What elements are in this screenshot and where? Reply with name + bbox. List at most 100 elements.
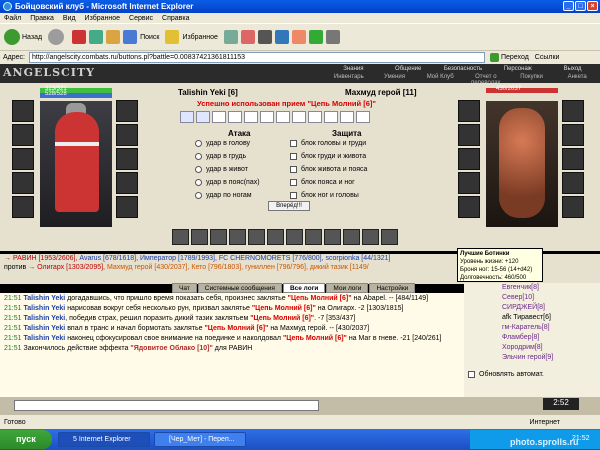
trick-icon[interactable] <box>324 229 341 245</box>
trick-slot[interactable] <box>212 111 226 123</box>
attack-head-option[interactable]: удар в голову <box>195 140 250 147</box>
stop-icon[interactable] <box>72 30 87 44</box>
trick-icon[interactable] <box>210 229 227 245</box>
subnav-transfers[interactable]: Отчет о переводах <box>463 74 509 86</box>
trick-slot[interactable] <box>276 111 290 123</box>
enemy-slot-shield[interactable] <box>562 148 584 170</box>
trick-icon[interactable] <box>248 229 265 245</box>
trick-icon[interactable] <box>267 229 284 245</box>
equip-slot-amulet[interactable] <box>12 124 34 146</box>
participant[interactable]: дикий тазик [1149/ <box>310 264 369 271</box>
trick-icon[interactable] <box>381 229 398 245</box>
trick-slot[interactable] <box>356 111 370 123</box>
tab-system[interactable]: Системные сообщения <box>197 283 282 293</box>
block-head-chest-option[interactable]: блок головы и груди <box>290 140 366 147</box>
enemy-slot-weapon[interactable] <box>458 148 480 170</box>
address-input[interactable]: http://angelscity.combats.ru/buttons.pl?… <box>28 52 485 63</box>
menu-help[interactable]: Справка <box>162 15 189 22</box>
radio-icon[interactable] <box>195 153 202 160</box>
equip-slot-weapon[interactable] <box>12 148 34 170</box>
block-waist-legs-option[interactable]: блок пояса и ног <box>290 179 355 186</box>
equip-slot-belt[interactable] <box>12 196 34 218</box>
favorites-button[interactable]: Избранное <box>165 30 218 44</box>
search-button[interactable]: Поиск <box>123 30 159 44</box>
block-belly-waist-option[interactable]: блок живота и пояса <box>290 166 367 173</box>
go-button[interactable]: Переход <box>489 53 529 62</box>
tab-all-logs[interactable]: Все логи <box>282 283 326 293</box>
radio-icon[interactable] <box>195 179 202 186</box>
enemy-slot-amulet[interactable] <box>458 124 480 146</box>
trick-slot[interactable] <box>340 111 354 123</box>
taskbar-chat[interactable]: [Чер_Мет] - Переп... <box>154 432 246 447</box>
refresh-icon[interactable] <box>89 30 104 44</box>
participant[interactable]: Император [1789/1993], <box>140 255 217 262</box>
edit-icon[interactable] <box>274 30 289 44</box>
trick-slot[interactable] <box>260 111 274 123</box>
left-player-name[interactable]: Talishin Yeki [6] <box>178 88 238 97</box>
trick-icon[interactable] <box>305 229 322 245</box>
menu-tools[interactable]: Сервис <box>129 15 153 22</box>
nav-knowledge[interactable]: Знания <box>326 66 381 74</box>
radio-icon[interactable] <box>195 166 202 173</box>
menu-edit[interactable]: Правка <box>30 15 54 22</box>
trick-slot[interactable] <box>196 111 210 123</box>
start-button[interactable]: пуск <box>0 430 52 449</box>
participant[interactable]: Кето [796/1803], <box>191 264 243 271</box>
subnav-inventory[interactable]: Инвентарь <box>326 74 372 82</box>
menu-view[interactable]: Вид <box>63 15 76 22</box>
equip-slot-helmet[interactable] <box>12 100 34 122</box>
mail-icon[interactable] <box>240 30 255 44</box>
equip-slot-boots[interactable] <box>116 196 138 218</box>
icq-icon[interactable] <box>308 30 323 44</box>
online-user[interactable]: Фламбер[8] <box>464 333 600 343</box>
trick-icon[interactable] <box>191 229 208 245</box>
taskbar-ie[interactable]: 5 Internet Explorer <box>58 432 150 447</box>
menu-favorites[interactable]: Избранное <box>85 15 120 22</box>
enemy-slot-legs[interactable] <box>562 172 584 194</box>
checkbox-icon[interactable] <box>290 153 297 160</box>
online-user[interactable]: Эльчин герой[9] <box>464 353 600 363</box>
trick-icon[interactable] <box>172 229 189 245</box>
attack-chest-option[interactable]: удар в грудь <box>195 153 246 160</box>
participant[interactable]: Avarus [678/1618], <box>79 255 138 262</box>
tab-settings[interactable]: Настройки <box>369 283 416 293</box>
enemy-slot-gloves[interactable] <box>562 124 584 146</box>
trick-slot[interactable] <box>228 111 242 123</box>
nav-communication[interactable]: Общение <box>381 66 436 74</box>
trick-icon[interactable] <box>286 229 303 245</box>
block-chest-belly-option[interactable]: блок груди и живота <box>290 153 366 160</box>
online-user[interactable]: Евгенчик[8] <box>464 283 600 293</box>
trick-icon[interactable] <box>343 229 360 245</box>
links-button[interactable]: Ссылки <box>535 54 560 61</box>
enemy-slot-belt[interactable] <box>458 196 480 218</box>
checkbox-icon[interactable] <box>468 371 475 378</box>
home-icon[interactable] <box>106 30 121 44</box>
attack-legs-option[interactable]: удар по ногам <box>195 192 252 199</box>
maximize-button[interactable]: □ <box>575 1 586 11</box>
back-button[interactable]: Назад <box>4 29 42 45</box>
trick-slot[interactable] <box>308 111 322 123</box>
equip-slot-gloves[interactable] <box>116 124 138 146</box>
forward-nav-button[interactable] <box>48 29 66 45</box>
subnav-club[interactable]: Мой Клуб <box>417 74 463 82</box>
enemy-slot-boots[interactable] <box>562 196 584 218</box>
participant[interactable]: → Олигарх [1303/2095], <box>28 264 105 271</box>
block-legs-head-option[interactable]: блок ног и головы <box>290 192 359 199</box>
nav-exit[interactable]: Выход <box>545 66 600 74</box>
forward-attack-button[interactable]: Вперёд!!! <box>268 201 310 211</box>
tab-chat[interactable]: Чат <box>172 283 197 293</box>
minimize-button[interactable]: _ <box>563 1 574 11</box>
tool-icon[interactable] <box>325 30 340 44</box>
history-icon[interactable] <box>223 30 238 44</box>
trick-icon[interactable] <box>229 229 246 245</box>
chat-input[interactable] <box>14 400 319 411</box>
nav-character[interactable]: Персонаж <box>490 66 545 74</box>
trick-slot[interactable] <box>180 111 194 123</box>
enemy-slot-armor[interactable] <box>458 172 480 194</box>
attack-belly-option[interactable]: удар в живот <box>195 166 248 173</box>
enemy-slot-ring[interactable] <box>562 100 584 122</box>
equip-slot-armor[interactable] <box>12 172 34 194</box>
auto-update-toggle[interactable]: Обновлять автомат. <box>468 371 544 378</box>
equip-slot-ring[interactable] <box>116 100 138 122</box>
menu-file[interactable]: Файл <box>4 15 21 22</box>
